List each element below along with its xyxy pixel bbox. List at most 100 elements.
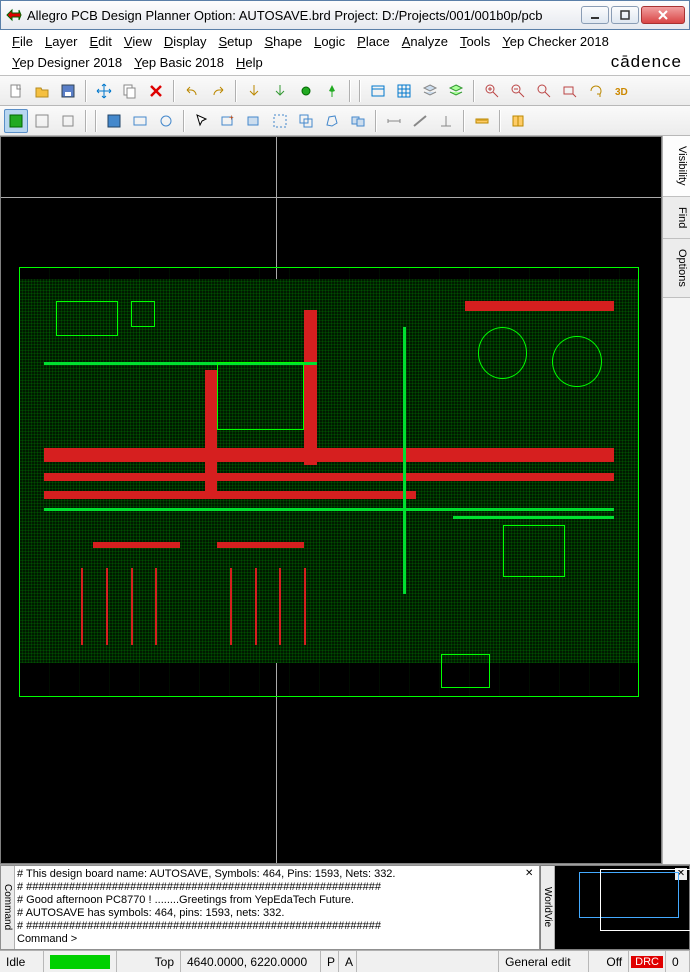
zoom-in-icon[interactable] (480, 79, 504, 103)
menu-yep-checker-2018[interactable]: Yep Checker 2018 (496, 32, 615, 51)
close-button[interactable] (641, 6, 685, 24)
circle-icon[interactable] (154, 109, 178, 133)
menu-yep-designer-2018[interactable]: Yep Designer 2018 (6, 53, 128, 72)
open-icon[interactable] (30, 79, 54, 103)
menu-help[interactable]: Help (230, 53, 269, 72)
grid-icon[interactable] (392, 79, 416, 103)
worldview-board-rect (579, 872, 679, 918)
command-prompt[interactable]: Command > (17, 933, 535, 946)
maximize-button[interactable] (611, 6, 639, 24)
status-coords[interactable]: 4640.0000, 6220.0000 (181, 951, 321, 972)
console-line: # ######################################… (17, 881, 535, 894)
merge-icon[interactable] (346, 109, 370, 133)
menu-view[interactable]: View (118, 32, 158, 51)
outline-sq-icon[interactable] (30, 109, 54, 133)
status-drc-off[interactable]: Off (589, 951, 629, 972)
down-arrow2-icon[interactable] (268, 79, 292, 103)
pcb-board (19, 267, 639, 697)
window-icon[interactable] (366, 79, 390, 103)
menu-edit[interactable]: Edit (84, 32, 118, 51)
menu-shape[interactable]: Shape (258, 32, 308, 51)
command-console[interactable]: Command ✕ # This design board name: AUTO… (0, 865, 540, 950)
status-a-button[interactable]: A (339, 951, 357, 972)
worldview-tab-label[interactable]: WorldVie (541, 866, 555, 949)
menu-bar: FileLayerEditViewDisplaySetupShapeLogicP… (0, 30, 690, 76)
console-close-icon[interactable]: ✕ (525, 868, 537, 880)
dim-icon[interactable] (382, 109, 406, 133)
copy-rect-icon[interactable] (294, 109, 318, 133)
toolbar-shape: + (0, 106, 690, 136)
book-icon[interactable] (506, 109, 530, 133)
polygon-icon[interactable] (320, 109, 344, 133)
svg-text:+: + (229, 113, 234, 122)
copy-icon[interactable] (118, 79, 142, 103)
status-progress (44, 951, 117, 972)
side-panel-tabs: Visibility Find Options (662, 136, 690, 864)
layer-icon[interactable] (418, 79, 442, 103)
status-bar: Idle Top 4640.0000, 6220.0000 P A Genera… (0, 950, 690, 972)
menu-file[interactable]: File (6, 32, 39, 51)
layer-square-icon[interactable] (4, 109, 28, 133)
down-arrow-icon[interactable] (242, 79, 266, 103)
rect-icon[interactable] (128, 109, 152, 133)
outline-sq2-icon[interactable] (56, 109, 80, 133)
toolbar-main: 3D (0, 76, 690, 106)
layer2-icon[interactable] (444, 79, 468, 103)
add-rect-icon[interactable]: + (216, 109, 240, 133)
zoom-out-icon[interactable] (506, 79, 530, 103)
status-drc-count: 0 (666, 951, 690, 972)
status-mode[interactable]: General edit (499, 951, 589, 972)
perp-icon[interactable] (434, 109, 458, 133)
add-rect2-icon[interactable] (242, 109, 266, 133)
minimize-button[interactable] (581, 6, 609, 24)
push-icon[interactable] (294, 79, 318, 103)
worldview-viewport-rect (600, 869, 690, 931)
line-icon[interactable] (408, 109, 432, 133)
new-icon[interactable] (4, 79, 28, 103)
status-drc-badge[interactable]: DRC (629, 951, 666, 972)
tab-options[interactable]: Options (663, 239, 690, 298)
redo-icon[interactable] (206, 79, 230, 103)
bottom-panels: Command ✕ # This design board name: AUTO… (0, 864, 690, 950)
main-area: Visibility Find Options (0, 136, 690, 864)
menu-display[interactable]: Display (158, 32, 213, 51)
svg-text:3D: 3D (615, 87, 628, 98)
brand-logo: cādence (611, 52, 682, 72)
undo-icon[interactable] (180, 79, 204, 103)
delete-icon[interactable] (144, 79, 168, 103)
progress-bar (50, 955, 110, 969)
menu-setup[interactable]: Setup (213, 32, 259, 51)
window-title: Allegro PCB Design Planner Option: AUTOS… (27, 8, 581, 23)
move-icon[interactable] (92, 79, 116, 103)
console-line: # AUTOSAVE has symbols: 464, pins: 1593,… (17, 907, 535, 920)
app-icon (5, 6, 23, 24)
refresh-icon[interactable] (584, 79, 608, 103)
console-line: # ######################################… (17, 920, 535, 933)
zoom-window-icon[interactable] (558, 79, 582, 103)
console-line: # Good afternoon PC8770 ! ........Greeti… (17, 894, 535, 907)
ruler-icon[interactable] (470, 109, 494, 133)
zoom-fit-icon[interactable] (532, 79, 556, 103)
status-layer[interactable]: Top (117, 951, 181, 972)
outline-icon[interactable] (268, 109, 292, 133)
menu-yep-basic-2018[interactable]: Yep Basic 2018 (128, 53, 230, 72)
menu-tools[interactable]: Tools (454, 32, 496, 51)
select-icon[interactable] (190, 109, 214, 133)
menu-layer[interactable]: Layer (39, 32, 84, 51)
fill-sq-icon[interactable] (102, 109, 126, 133)
worldview-panel[interactable]: WorldVie ✕ (540, 865, 690, 950)
status-p-button[interactable]: P (321, 951, 339, 972)
menu-logic[interactable]: Logic (308, 32, 351, 51)
tab-visibility[interactable]: Visibility (663, 136, 690, 197)
3d-icon[interactable]: 3D (610, 79, 634, 103)
pin-icon[interactable] (320, 79, 344, 103)
save-icon[interactable] (56, 79, 80, 103)
console-line: # This design board name: AUTOSAVE, Symb… (17, 868, 535, 881)
status-idle: Idle (0, 951, 44, 972)
tab-find[interactable]: Find (663, 197, 690, 239)
console-tab-label[interactable]: Command (1, 866, 15, 949)
menu-analyze[interactable]: Analyze (396, 32, 454, 51)
menu-place[interactable]: Place (351, 32, 396, 51)
title-bar: Allegro PCB Design Planner Option: AUTOS… (0, 0, 690, 30)
pcb-canvas[interactable] (0, 136, 662, 864)
